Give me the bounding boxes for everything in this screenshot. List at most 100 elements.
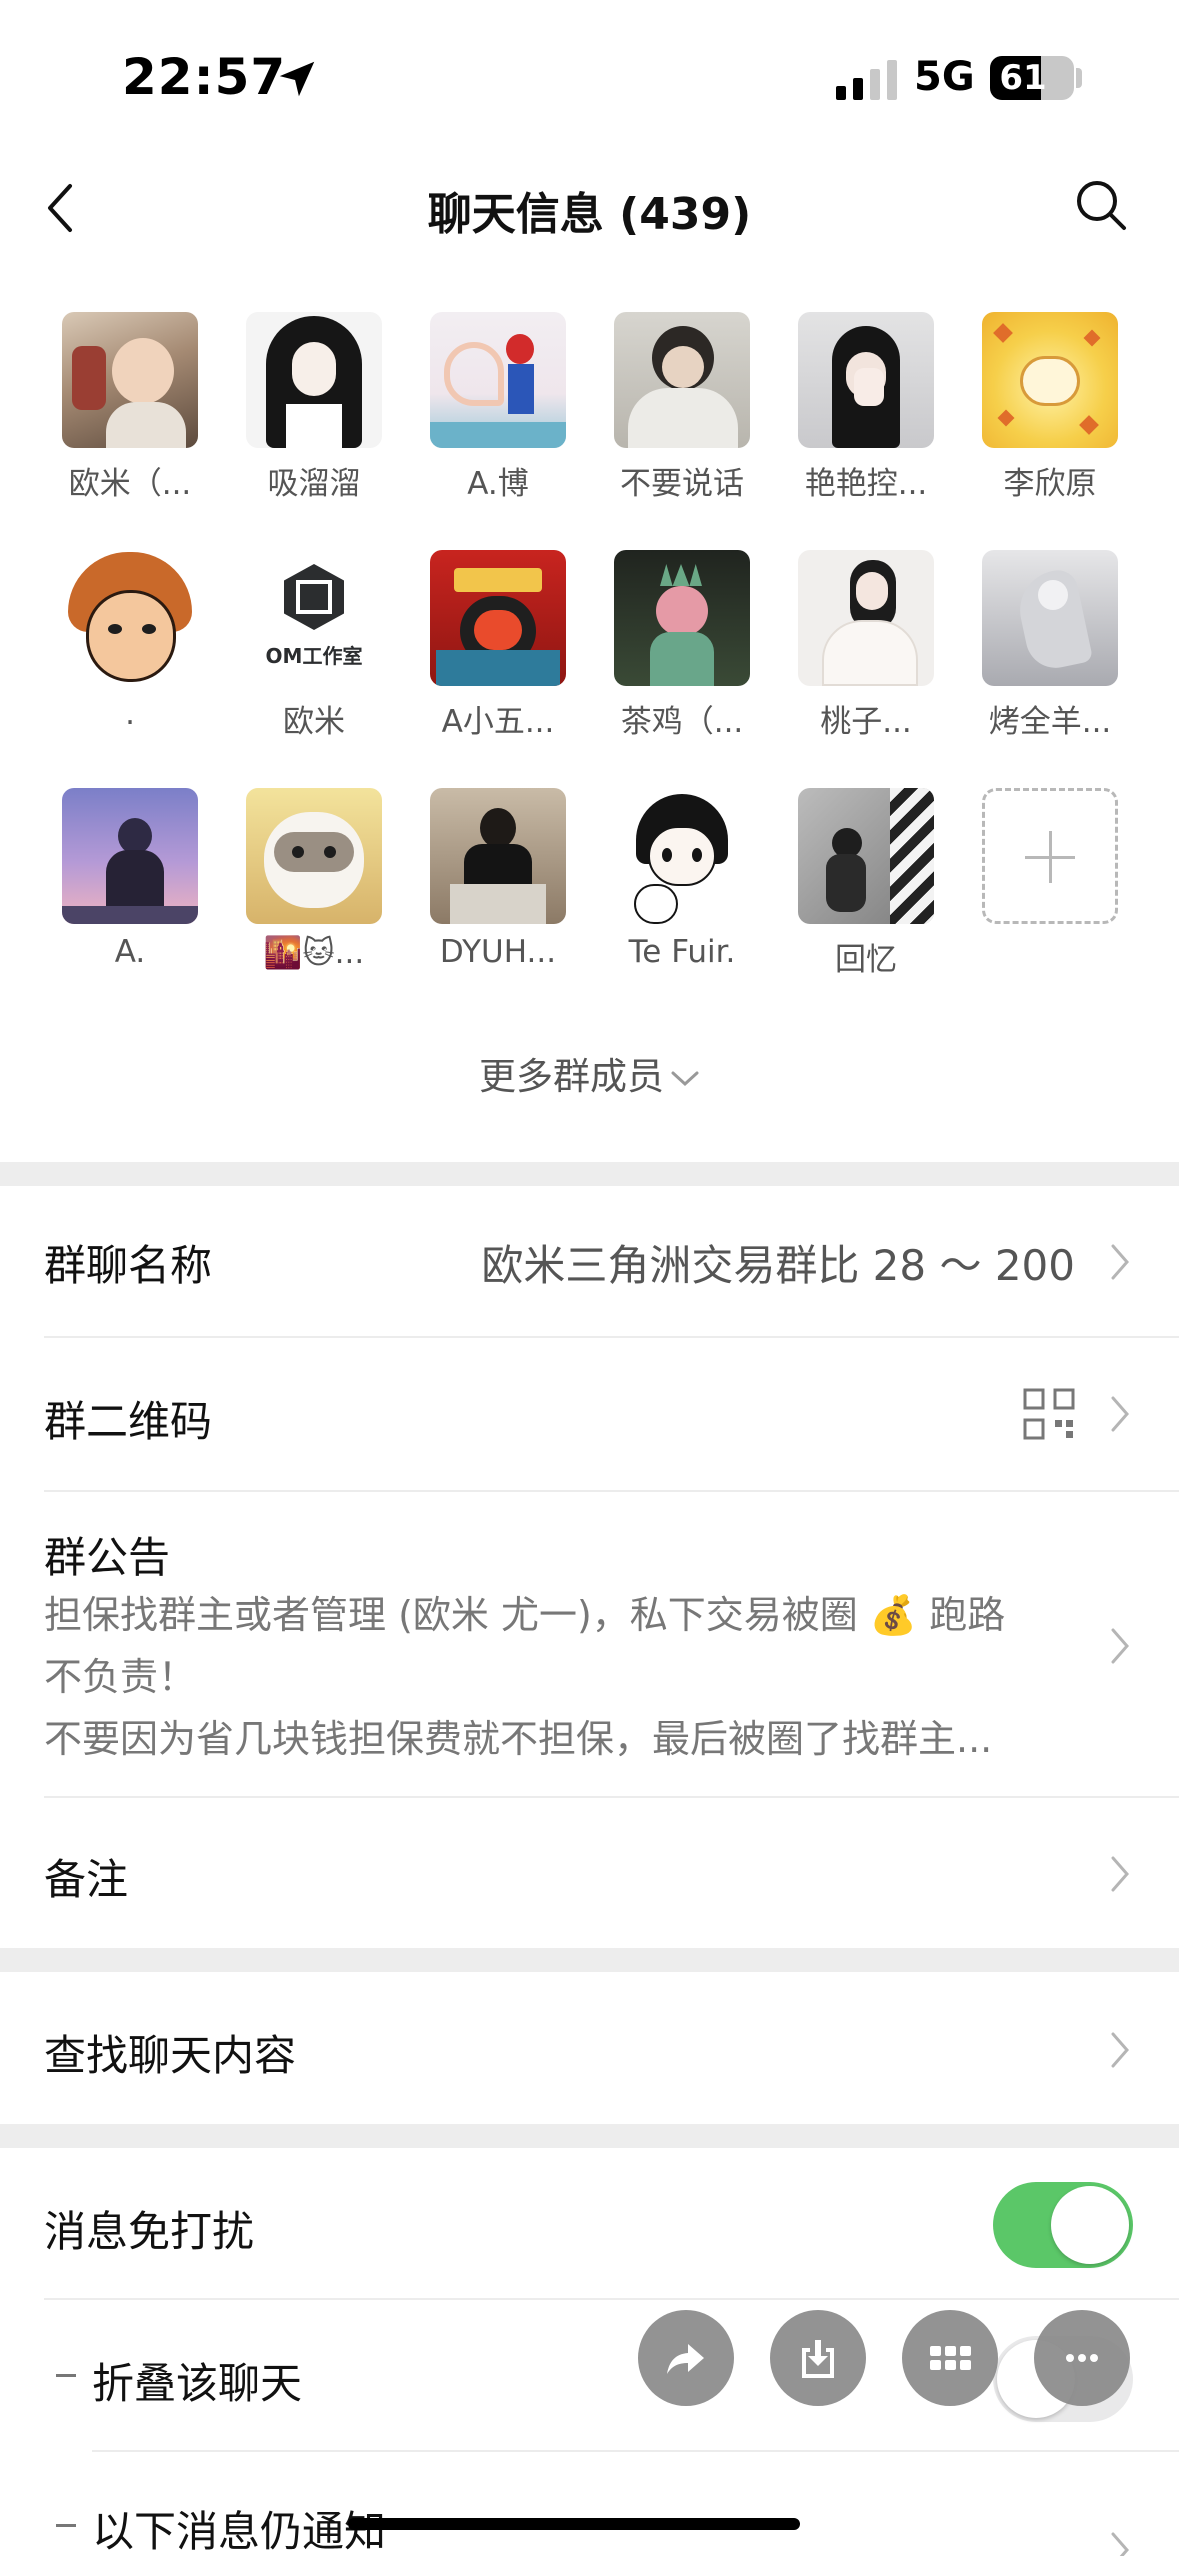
member-item[interactable]: 桃子... xyxy=(794,550,938,760)
member-item[interactable]: 不要说话 xyxy=(610,312,754,522)
member-name: A. xyxy=(114,934,146,970)
more-members-link[interactable]: 更多群成员 xyxy=(0,1046,1179,1100)
avatar[interactable] xyxy=(798,550,934,686)
mute-row: 消息免打扰 xyxy=(0,2148,1179,2300)
member-item[interactable]: Te Fuir. xyxy=(610,788,754,998)
chevron-down-icon xyxy=(671,1071,699,1086)
member-item[interactable]: 吸溜溜 xyxy=(242,312,386,522)
search-icon[interactable] xyxy=(1074,178,1128,232)
chevron-right-icon xyxy=(1111,1628,1129,1664)
avatar[interactable] xyxy=(982,312,1118,448)
plus-icon[interactable] xyxy=(982,788,1118,924)
member-item[interactable]: DYUH... xyxy=(426,788,570,998)
avatar[interactable] xyxy=(246,788,382,924)
search-chat-row[interactable]: 查找聊天内容 xyxy=(0,1972,1179,2124)
section-gap xyxy=(0,1162,1179,1186)
avatar[interactable] xyxy=(614,788,750,924)
qr-code-row[interactable]: 群二维码 xyxy=(0,1338,1179,1490)
member-item[interactable]: 茶鸡（... xyxy=(610,550,754,760)
remark-row[interactable]: 备注 xyxy=(0,1798,1179,1948)
indent-dash xyxy=(56,2524,76,2527)
home-indicator xyxy=(348,2518,800,2530)
section-gap xyxy=(0,1948,1179,1972)
fold-chat-label: 折叠该聊天 xyxy=(92,2359,303,2408)
grid-icon xyxy=(930,2346,971,2370)
chevron-right-icon xyxy=(1111,1244,1129,1280)
member-item[interactable]: . xyxy=(58,550,202,760)
qr-code-icon xyxy=(1023,1388,1075,1440)
avatar[interactable] xyxy=(430,312,566,448)
download-button[interactable] xyxy=(770,2310,866,2406)
avatar[interactable] xyxy=(982,550,1118,686)
avatar[interactable] xyxy=(614,312,750,448)
page-title: 聊天信息 (439) xyxy=(427,189,752,240)
more-members-label: 更多群成员 xyxy=(479,1055,664,1098)
member-item[interactable]: A. xyxy=(58,788,202,998)
mute-toggle[interactable] xyxy=(993,2182,1133,2268)
member-name: 茶鸡（... xyxy=(620,704,744,740)
battery-cap xyxy=(1076,68,1082,88)
member-item[interactable]: A小五... xyxy=(426,550,570,760)
member-name: DYUH... xyxy=(439,934,557,970)
network-type: 5G xyxy=(914,54,975,100)
member-item[interactable]: A.博 xyxy=(426,312,570,522)
grid-button[interactable] xyxy=(902,2310,998,2406)
avatar[interactable] xyxy=(62,312,198,448)
toggle-knob xyxy=(1051,2186,1129,2264)
notify-label: 以下消息仍通知 xyxy=(92,2507,387,2556)
fold-chat-row: 折叠该聊天 xyxy=(0,2300,1179,2452)
notice-line: 担保找群主或者管理 (欧米 尤一)，私下交易被圈 💰 跑路 xyxy=(44,1593,1006,1637)
status-time: 22:57 xyxy=(122,48,287,106)
battery-icon: 61 xyxy=(990,56,1074,100)
member-name: 🌇🐱... xyxy=(263,935,365,971)
battery-percent: 61 xyxy=(999,58,1047,98)
member-name: 欧米 xyxy=(283,704,345,740)
search-chat-label: 查找聊天内容 xyxy=(44,2031,297,2080)
member-item[interactable]: 回忆 xyxy=(794,788,938,998)
avatar[interactable] xyxy=(798,312,934,448)
location-arrow-icon xyxy=(279,61,315,97)
group-name-value: 欧米三角洲交易群比 28 ～ 200 xyxy=(481,1241,1075,1290)
member-name: 李欣原 xyxy=(1003,466,1097,502)
group-name-label: 群聊名称 xyxy=(44,1241,213,1290)
signal-icon xyxy=(836,60,897,100)
chevron-right-icon xyxy=(1111,1856,1129,1892)
avatar[interactable] xyxy=(62,788,198,924)
member-item[interactable]: OM工作室 欧米 xyxy=(242,550,386,760)
share-button[interactable] xyxy=(638,2310,734,2406)
avatar[interactable] xyxy=(614,550,750,686)
avatar[interactable]: OM工作室 xyxy=(246,550,382,686)
group-notice-row[interactable]: 群公告 担保找群主或者管理 (欧米 尤一)，私下交易被圈 💰 跑路 不负责！ 不… xyxy=(0,1492,1179,1796)
notify-row[interactable]: 以下消息仍通知 xyxy=(0,2452,1179,2556)
avatar[interactable] xyxy=(798,788,934,924)
member-item[interactable]: 李欣原 xyxy=(978,312,1122,522)
member-name: Te Fuir. xyxy=(628,934,736,970)
avatar[interactable] xyxy=(62,550,198,686)
mute-label: 消息免打扰 xyxy=(44,2207,255,2256)
om-logo-text: OM工作室 xyxy=(265,644,363,668)
member-name: 回忆 xyxy=(835,942,897,978)
avatar[interactable] xyxy=(246,312,382,448)
avatar[interactable] xyxy=(430,550,566,686)
member-item[interactable]: 🌇🐱... xyxy=(242,788,386,998)
more-button[interactable] xyxy=(1034,2310,1130,2406)
qr-code-label: 群二维码 xyxy=(44,1397,213,1446)
member-item[interactable]: 欧米（... xyxy=(58,312,202,522)
more-icon xyxy=(1066,2354,1098,2362)
section-gap xyxy=(0,2124,1179,2148)
group-notice-text: 担保找群主或者管理 (欧米 尤一)，私下交易被圈 💰 跑路 不负责！ 不要因为省… xyxy=(44,1584,1084,1770)
status-bar: 22:57 5G 61 xyxy=(0,0,1179,150)
share-icon xyxy=(667,2344,704,2374)
member-name: 不要说话 xyxy=(620,466,744,502)
member-item[interactable]: 艳艳控... xyxy=(794,312,938,522)
member-item[interactable]: 烤全羊... xyxy=(978,550,1122,760)
group-name-row[interactable]: 群聊名称 欧米三角洲交易群比 28 ～ 200 xyxy=(0,1186,1179,1338)
group-notice-label: 群公告 xyxy=(44,1533,171,1582)
add-member-button[interactable] xyxy=(978,788,1122,998)
member-name: A.博 xyxy=(467,466,529,502)
member-name: 艳艳控... xyxy=(804,466,928,502)
avatar[interactable] xyxy=(430,788,566,924)
download-icon xyxy=(802,2340,834,2378)
remark-label: 备注 xyxy=(44,1855,129,1904)
member-grid: 欧米（... 吸溜溜 A.博 不要说话 艳艳控... 李欣原 . OM工作室 欧… xyxy=(58,312,1128,1012)
